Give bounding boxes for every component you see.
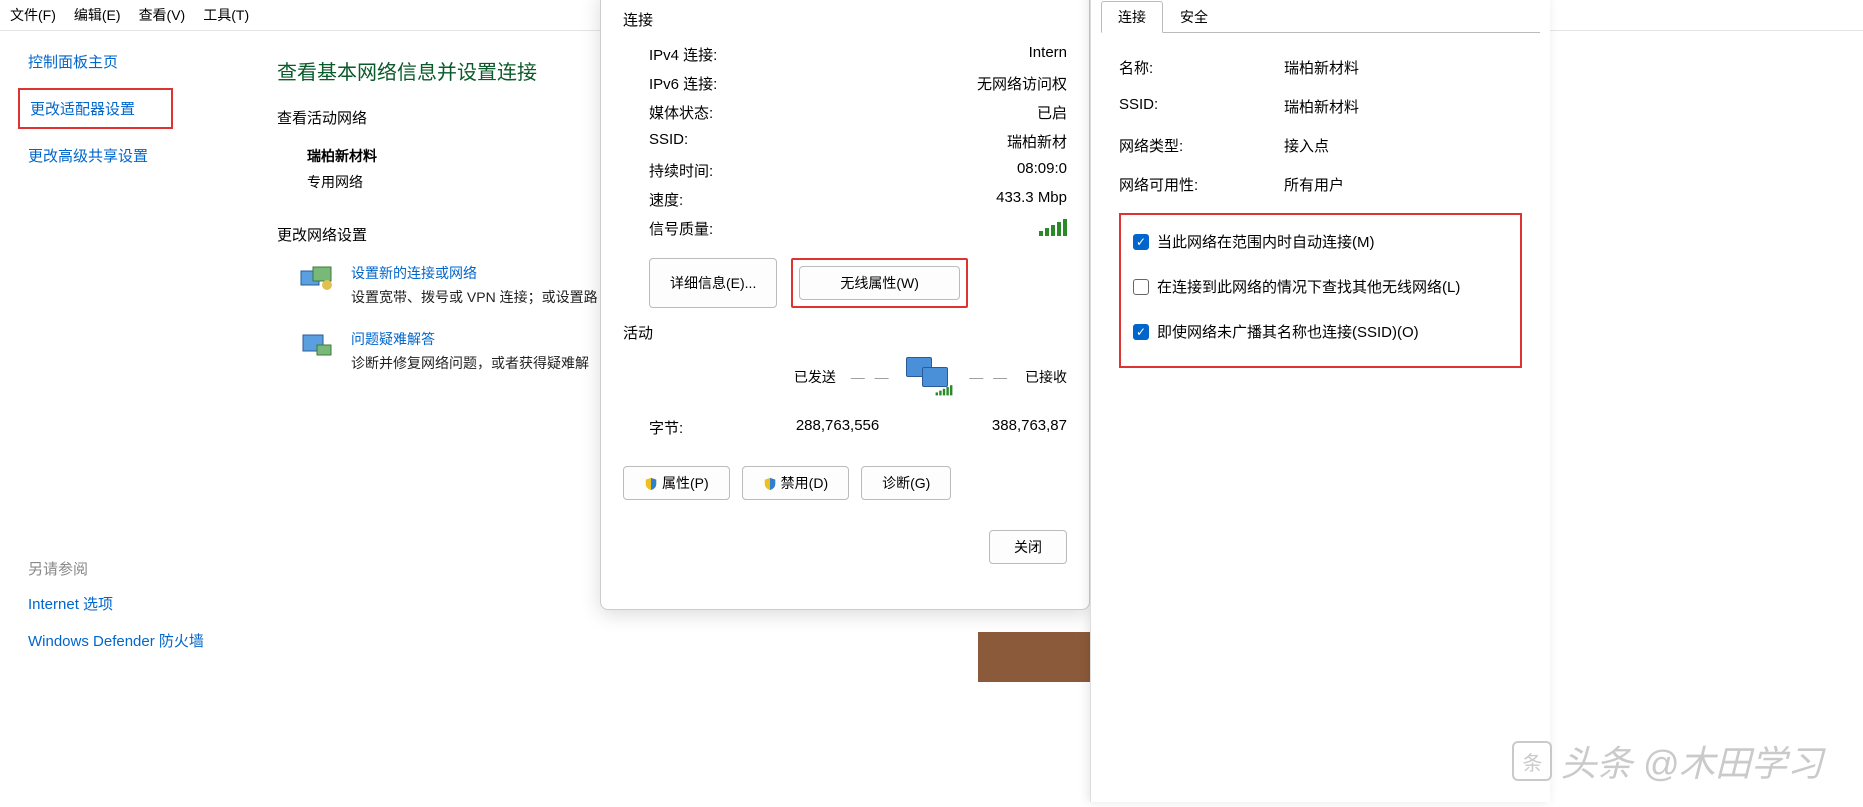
watermark-logo-icon: 条 bbox=[1512, 741, 1552, 781]
shield-icon bbox=[644, 477, 658, 491]
watermark: 条 头条 @木田学习 bbox=[1512, 735, 1823, 787]
ssid-label: SSID: bbox=[649, 131, 688, 152]
bytes-label: 字节: bbox=[649, 417, 683, 438]
see-also-header: 另请参阅 bbox=[28, 558, 204, 579]
details-button[interactable]: 详细信息(E)... bbox=[649, 258, 777, 308]
checkbox-group-highlight: 当此网络在范围内时自动连接(M) 在连接到此网络的情况下查找其他无线网络(L) … bbox=[1119, 213, 1522, 368]
menu-edit[interactable]: 编辑(E) bbox=[74, 5, 121, 25]
watermark-text: 头条 @木田学习 bbox=[1560, 735, 1823, 787]
sidebar-home[interactable]: 控制面板主页 bbox=[28, 51, 255, 72]
see-also-section: 另请参阅 Internet 选项 Windows Defender 防火墙 bbox=[28, 558, 204, 667]
dash-icon: — — bbox=[969, 369, 1010, 385]
activity-section-title: 活动 bbox=[623, 322, 1067, 343]
look-other-networks-label: 在连接到此网络的情况下查找其他无线网络(L) bbox=[1157, 276, 1460, 297]
connect-hidden-checkbox[interactable] bbox=[1133, 324, 1149, 340]
sent-label: 已发送 bbox=[794, 367, 836, 387]
tab-bar: 连接 安全 bbox=[1091, 0, 1550, 33]
received-label: 已接收 bbox=[1025, 367, 1067, 387]
signal-label: 信号质量: bbox=[649, 218, 713, 240]
wireless-properties-dialog: 连接 安全 名称:瑞柏新材料 SSID:瑞柏新材料 网络类型:接入点 网络可用性… bbox=[1090, 0, 1550, 802]
ipv6-value: 无网络访问权 bbox=[977, 73, 1067, 94]
tab-connection[interactable]: 连接 bbox=[1101, 1, 1163, 33]
auto-connect-label: 当此网络在范围内时自动连接(M) bbox=[1157, 231, 1375, 252]
ssid-value: 瑞柏新材 bbox=[1007, 131, 1067, 152]
look-other-networks-checkbox[interactable] bbox=[1133, 279, 1149, 295]
availability-label: 网络可用性: bbox=[1119, 174, 1284, 195]
wlan-status-dialog: 连接 IPv4 连接: Intern IPv6 连接: 无网络访问权 媒体状态: 已启… bbox=[600, 0, 1090, 610]
network-type-label: 网络类型: bbox=[1119, 135, 1284, 156]
duration-label: 持续时间: bbox=[649, 160, 713, 181]
duration-value: 08:09:0 bbox=[1017, 160, 1067, 181]
disable-button[interactable]: 禁用(D) bbox=[742, 466, 849, 500]
tab-security[interactable]: 安全 bbox=[1163, 1, 1225, 33]
setup-connection-link[interactable]: 设置新的连接或网络 bbox=[351, 263, 598, 283]
sidebar-adapter-settings[interactable]: 更改适配器设置 bbox=[18, 88, 173, 129]
shield-icon bbox=[763, 477, 777, 491]
troubleshoot-desc: 诊断并修复网络问题，或者获得疑难解 bbox=[351, 353, 589, 373]
menu-view[interactable]: 查看(V) bbox=[139, 5, 186, 25]
defender-firewall-link[interactable]: Windows Defender 防火墙 bbox=[28, 630, 204, 651]
highlight-box: 无线属性(W) bbox=[791, 258, 968, 308]
diagnose-button[interactable]: 诊断(G) bbox=[861, 466, 951, 500]
bytes-sent-value: 288,763,556 bbox=[683, 417, 992, 438]
network-setup-icon bbox=[297, 263, 337, 295]
name-label: 名称: bbox=[1119, 57, 1284, 78]
ssid-value-2: 瑞柏新材料 bbox=[1284, 96, 1359, 117]
auto-connect-checkbox[interactable] bbox=[1133, 234, 1149, 250]
menu-tools[interactable]: 工具(T) bbox=[203, 5, 249, 25]
background-strip bbox=[978, 632, 1090, 682]
connection-section-title: 连接 bbox=[623, 9, 1067, 30]
sidebar: 控制面板主页 更改适配器设置 更改高级共享设置 bbox=[0, 31, 255, 395]
ipv4-value: Intern bbox=[1029, 44, 1067, 65]
dash-icon: — — bbox=[851, 369, 892, 385]
properties-button[interactable]: 属性(P) bbox=[623, 466, 730, 500]
connect-hidden-label: 即使网络未广播其名称也连接(SSID)(O) bbox=[1157, 321, 1419, 342]
media-state-label: 媒体状态: bbox=[649, 102, 713, 123]
troubleshoot-icon bbox=[297, 329, 337, 361]
internet-options-link[interactable]: Internet 选项 bbox=[28, 593, 204, 614]
media-state-value: 已启 bbox=[1037, 102, 1067, 123]
activity-computers-icon bbox=[906, 357, 954, 397]
availability-value: 所有用户 bbox=[1284, 174, 1344, 195]
name-value: 瑞柏新材料 bbox=[1284, 57, 1359, 78]
wireless-properties-button[interactable]: 无线属性(W) bbox=[799, 266, 960, 300]
menu-file[interactable]: 文件(F) bbox=[10, 5, 56, 25]
speed-label: 速度: bbox=[649, 189, 683, 210]
bytes-received-value: 388,763,87 bbox=[992, 417, 1067, 438]
sidebar-sharing-settings[interactable]: 更改高级共享设置 bbox=[28, 145, 255, 166]
close-button[interactable]: 关闭 bbox=[989, 530, 1067, 564]
speed-value: 433.3 Mbp bbox=[996, 189, 1067, 210]
ssid-label-2: SSID: bbox=[1119, 96, 1284, 117]
troubleshoot-link[interactable]: 问题疑难解答 bbox=[351, 329, 589, 349]
network-type-value: 接入点 bbox=[1284, 135, 1329, 156]
signal-bars-icon bbox=[1039, 218, 1067, 240]
setup-connection-desc: 设置宽带、拨号或 VPN 连接；或设置路 bbox=[351, 287, 598, 307]
ipv6-label: IPv6 连接: bbox=[649, 73, 717, 94]
ipv4-label: IPv4 连接: bbox=[649, 44, 717, 65]
